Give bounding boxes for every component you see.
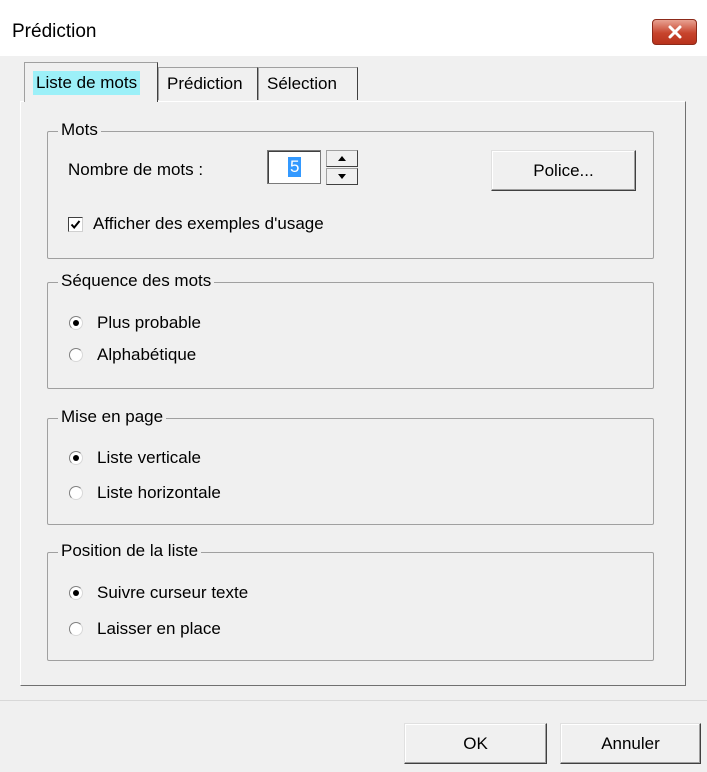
group-position: Position de la liste	[47, 541, 654, 661]
radio-circle	[69, 451, 83, 465]
prediction-dialog: Prédiction Liste de mots Prédiction Séle…	[0, 0, 707, 772]
spin-down-button[interactable]	[326, 168, 358, 185]
window-title: Prédiction	[12, 21, 97, 42]
radio-plus-probable[interactable]: Plus probable	[69, 313, 201, 333]
tab-label: Liste de mots	[33, 70, 141, 95]
radio-label: Suivre curseur texte	[97, 583, 249, 602]
tab-label: Prédiction	[167, 74, 243, 93]
group-layout: Mise en page	[47, 407, 654, 525]
tab-prediction[interactable]: Prédiction	[158, 67, 258, 100]
radio-label: Plus probable	[97, 313, 201, 332]
radio-liste-verticale[interactable]: Liste verticale	[69, 448, 201, 468]
radio-suivre-curseur[interactable]: Suivre curseur texte	[69, 583, 248, 603]
spin-up-button[interactable]	[326, 150, 358, 167]
arrow-down-icon	[338, 174, 346, 179]
radio-circle	[69, 348, 83, 362]
checkbox-box	[68, 216, 83, 232]
close-icon	[668, 25, 681, 39]
word-count-value: 5	[288, 157, 302, 177]
radio-liste-horizontale[interactable]: Liste horizontale	[69, 483, 221, 503]
radio-alphabetique[interactable]: Alphabétique	[69, 345, 196, 365]
font-button[interactable]: Police...	[491, 150, 636, 191]
footer-divider	[0, 700, 707, 701]
radio-circle	[69, 586, 83, 600]
radio-circle	[69, 486, 83, 500]
radio-label: Liste horizontale	[97, 483, 221, 502]
word-count-input[interactable]: 5	[267, 150, 321, 184]
cancel-button[interactable]: Annuler	[560, 723, 701, 764]
show-examples-checkbox[interactable]: Afficher des exemples d'usage	[68, 214, 324, 234]
radio-circle	[69, 622, 83, 636]
tab-bar: Liste de mots Prédiction Sélection	[0, 56, 707, 102]
group-legend: Mots	[58, 120, 101, 140]
word-count-spinner	[326, 150, 358, 186]
radio-label: Alphabétique	[97, 345, 197, 364]
word-count-label: Nombre de mots :	[68, 160, 204, 179]
show-examples-label: Afficher des exemples d'usage	[93, 214, 324, 233]
title-bar: Prédiction	[0, 0, 707, 56]
arrow-up-icon	[338, 156, 346, 161]
tab-selection[interactable]: Sélection	[258, 67, 358, 100]
group-sequence: Séquence des mots	[47, 271, 654, 389]
checkmark-icon	[70, 219, 81, 229]
ok-button[interactable]: OK	[404, 723, 547, 764]
radio-label: Laisser en place	[97, 619, 221, 638]
radio-laisser-en-place[interactable]: Laisser en place	[69, 619, 221, 639]
group-legend: Position de la liste	[58, 541, 202, 561]
radio-circle	[69, 316, 83, 330]
tab-liste-de-mots[interactable]: Liste de mots	[24, 62, 158, 102]
tab-label: Sélection	[267, 74, 337, 93]
radio-label: Liste verticale	[97, 448, 201, 467]
group-legend: Séquence des mots	[58, 271, 215, 291]
close-button[interactable]	[652, 19, 697, 45]
group-legend: Mise en page	[58, 407, 167, 427]
